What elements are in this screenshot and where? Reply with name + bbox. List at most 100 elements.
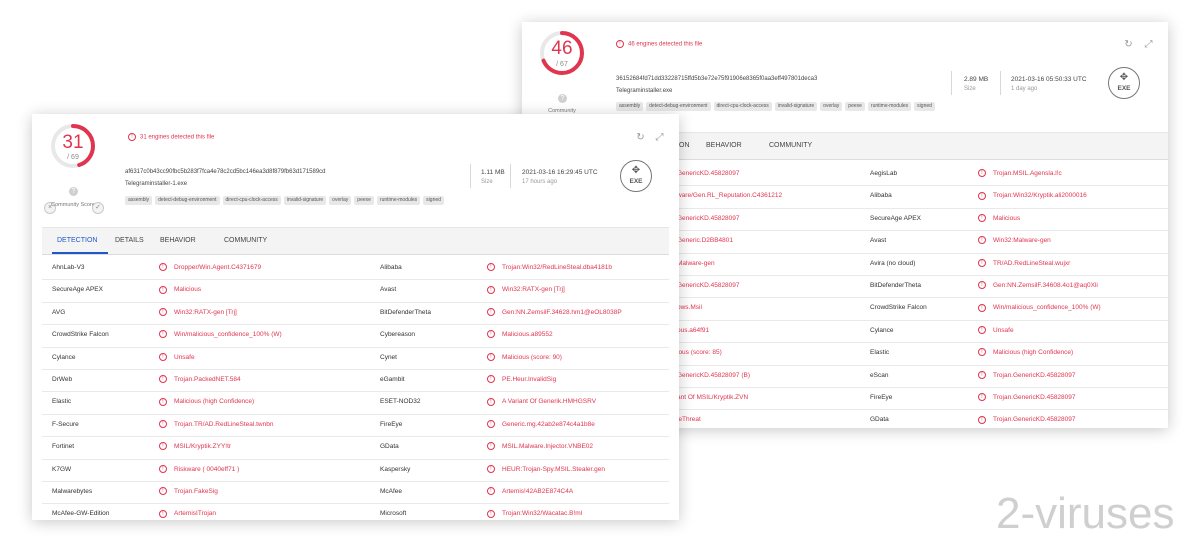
alert-circle-icon: ! <box>978 370 986 379</box>
alert-circle-icon: ! <box>487 375 495 384</box>
engine-name: F-Secure <box>52 420 79 428</box>
tab-bar: DETECTION DETAILS BEHAVIOR COMMUNITY <box>42 227 669 255</box>
table-row: AhnLab-V3! Dropper/Win.Agent.C4371679 Alib… <box>42 257 669 281</box>
file-tag[interactable]: overlay <box>329 196 352 205</box>
detection-result-text: Win/malicious_confidence_100% (W) <box>174 331 282 339</box>
file-tag[interactable]: detect-debug-environment <box>646 102 711 111</box>
detection-result: ! Trojan.GenericKD.45828097 <box>978 387 1076 409</box>
detection-result-text: Malicious <box>174 286 202 294</box>
alert-circle-icon: ! <box>978 214 986 223</box>
detection-result: ! Trojan:Win32/Kryptik.ali2000016 <box>978 185 1087 207</box>
engine-name: CrowdStrike Falcon <box>52 331 109 339</box>
alert-circle-icon: ! <box>616 40 624 48</box>
expand-icon[interactable]: ⤢ <box>1143 39 1154 50</box>
alert-text: 46 engines detected this file <box>628 41 703 48</box>
file-tag[interactable]: overlay <box>820 102 843 111</box>
engine-name: Cynet <box>380 353 397 361</box>
detection-result-text: Trojan.GenericKD.45828097 <box>993 394 1076 401</box>
engine-name: Avast <box>380 286 397 294</box>
expand-icon[interactable]: ⤢ <box>654 132 665 143</box>
detection-result: ant Of MSIL/Kryptik.ZVN <box>677 394 749 401</box>
tab-details[interactable]: DETAILS <box>115 228 144 254</box>
engine-name: BitDefenderTheta <box>870 282 921 289</box>
detection-result-text: Artemis!42AB2E874C4A <box>502 488 574 495</box>
scan-age: 17 hours ago <box>522 179 558 185</box>
engine-name: eGambit <box>380 376 405 383</box>
detection-result-text: Trojan.FakeSig <box>174 488 218 495</box>
detection-result-text: A Variant Of Generik.HMHGSRV <box>502 398 597 406</box>
file-tag[interactable]: signed <box>914 102 935 111</box>
detection-result-text: Gen:NN.ZemsilF.34608.4o1@aq0Xli <box>993 282 1098 289</box>
question-icon[interactable]: ? <box>558 94 567 103</box>
table-row: K7GW! Riskware ( 0040eff71 ) Kaspersky! HEU… <box>42 459 669 482</box>
table-row: Cylance! Unsafe Cynet! Malicious (score: 90… <box>42 347 669 370</box>
alert-circle-icon: ! <box>487 397 495 406</box>
table-row: AVG! Win32:RATX-gen [Trj] BitDefenderTheta… <box>42 302 669 326</box>
engine-name: Kaspersky <box>380 465 411 473</box>
tab-community[interactable]: COMMUNITY <box>224 228 267 254</box>
detection-result-text: Gen:NN.ZemsilF.34628.hm1@eOL8038P <box>502 308 622 316</box>
alert-circle-icon: ! <box>159 308 167 317</box>
detection-result: ! Malicious (high Confidence) <box>978 342 1073 364</box>
file-tag[interactable]: detect-debug-environment <box>155 196 220 205</box>
file-hash[interactable]: af6317c0b43cc90fbc5b283f7fca4e78c2cd5bc1… <box>125 169 326 175</box>
tab-community[interactable]: COMMUNITY <box>769 133 812 159</box>
table-row: GenericKD.45828097 BitDefenderTheta! Gen:N… <box>603 275 1168 299</box>
file-tag[interactable]: invalid-signature <box>283 196 327 205</box>
file-name: Telegraminstaller-1.exe <box>125 181 188 187</box>
detection-result-text: Malicious <box>993 214 1021 222</box>
engine-name: AhnLab-V3 <box>52 264 85 271</box>
file-tag[interactable]: runtime-modules <box>376 196 421 205</box>
engine-name: Elastic <box>52 398 72 406</box>
tab-behavior[interactable]: BEHAVIOR <box>160 228 196 254</box>
engine-name: FireEye <box>870 394 893 401</box>
detection-result-text: Dropper/Win.Agent.C4371679 <box>174 264 262 271</box>
table-row: DrWeb! Trojan.PackedNET.584 eGambit! PE.Heu… <box>42 369 669 393</box>
engine-name: Avira (no cloud) <box>870 259 916 267</box>
detection-result: ! Win32:Malware-gen <box>978 230 1051 252</box>
refresh-icon[interactable]: ↻ <box>635 132 646 143</box>
detection-result-text: TR/AD.RedLineSteal.wujxr <box>993 259 1071 267</box>
detection-result-text: Malicious.a89552 <box>502 331 553 339</box>
tab-behavior[interactable]: BEHAVIOR <box>706 133 742 159</box>
detection-table: AhnLab-V3! Dropper/Win.Agent.C4371679 Alib… <box>42 257 669 520</box>
divider <box>470 164 471 188</box>
engine-name: FireEye <box>380 420 403 428</box>
detection-result-text: Trojan:Win32/RedLineSteal.dba4181b <box>502 264 612 271</box>
alert-circle-icon: ! <box>978 326 986 335</box>
engine-name: McAfee <box>380 488 403 495</box>
detection-alert: ! 31 engines detected this file <box>128 133 214 141</box>
tab-detection[interactable]: DETECTION <box>57 228 97 254</box>
file-tag[interactable]: invalid-signature <box>774 102 818 111</box>
alert-circle-icon: ! <box>978 258 986 267</box>
file-size: 1.11 MB <box>481 169 505 176</box>
table-row: ious (score: 85) Elastic! Malicious (high … <box>603 342 1168 366</box>
refresh-icon[interactable]: ↻ <box>1123 39 1134 50</box>
detection-result: ! Trojan.GenericKD.45828097 <box>978 365 1076 387</box>
table-row: SecureAge APEX! Malicious Avast! Win32:RATX… <box>42 279 669 303</box>
watermark: 2-viruses <box>996 489 1175 538</box>
detection-result-text: Malicious (score: 90) <box>502 353 562 361</box>
file-tag[interactable]: direct-cpu-clock-access <box>222 196 281 205</box>
file-tag[interactable]: assembly <box>125 196 153 205</box>
upvote-icon[interactable]: ✓ <box>92 202 104 214</box>
detection-table: GenericKD.45828097 AegisLab! Trojan.MSIL.A… <box>603 163 1168 428</box>
detection-result: ! Win32:RATX-gen [Trj] <box>159 302 237 324</box>
file-tag[interactable]: runtime-modules <box>867 102 912 111</box>
file-tag[interactable]: assembly <box>616 102 644 111</box>
detection-result: ! Malicious (score: 90) <box>487 347 562 369</box>
active-tab-indicator <box>52 252 108 254</box>
divider <box>1000 71 1001 95</box>
file-hash[interactable]: 36152684fd71dd33228715ffd5b3e72e75f91906… <box>616 76 817 82</box>
question-icon[interactable]: ? <box>69 187 78 196</box>
file-tag[interactable]: peexe <box>354 196 374 205</box>
detection-score: 46 <box>551 38 573 59</box>
engine-name: K7GW <box>52 465 72 473</box>
detection-result-text: PE.Heur.InvalidSig <box>502 376 557 383</box>
file-tag[interactable]: peexe <box>845 102 865 111</box>
file-tag[interactable]: direct-cpu-clock-access <box>713 102 772 111</box>
detection-result: pws.Msil <box>677 304 702 312</box>
detection-result: GenericKD.45828097 <box>677 282 740 289</box>
file-tag[interactable]: signed <box>423 196 444 205</box>
tab-detection[interactable]: ON <box>679 133 690 159</box>
